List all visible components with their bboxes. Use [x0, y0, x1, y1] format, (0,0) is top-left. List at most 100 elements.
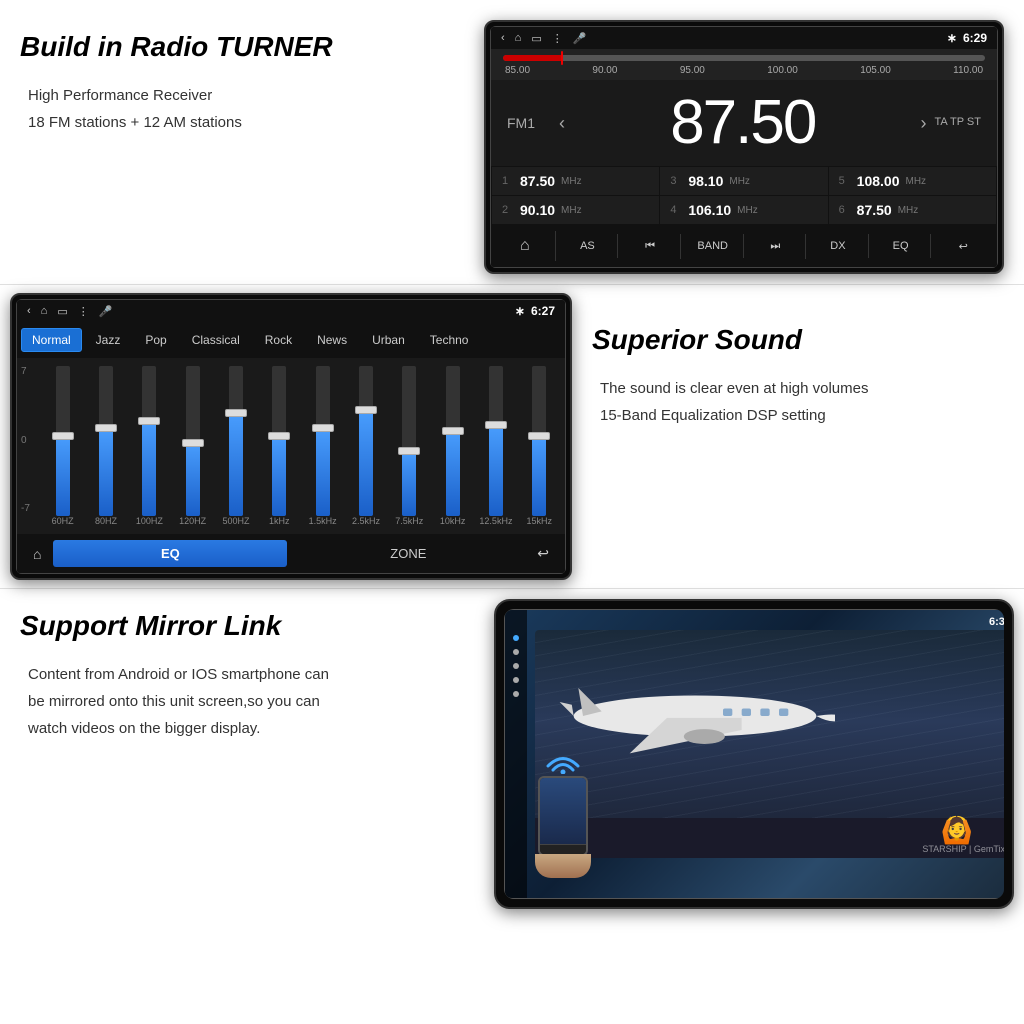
- prev-button[interactable]: ⏮: [620, 234, 681, 259]
- copy-icon[interactable]: ▭: [531, 32, 541, 45]
- preset-5[interactable]: 5 108.00 MHz: [829, 167, 996, 195]
- eq-fader-12[interactable]: [520, 366, 559, 516]
- eq-button[interactable]: EQ: [871, 234, 932, 258]
- home-button[interactable]: ⌂: [495, 231, 556, 261]
- fader-handle-7[interactable]: [312, 424, 334, 432]
- eq-main-button[interactable]: EQ: [53, 540, 287, 567]
- preset-3[interactable]: 3 98.10 MHz: [660, 167, 827, 195]
- tuner-label-110: 110.00: [953, 65, 983, 76]
- eq-menu-icon[interactable]: ⋮: [78, 305, 89, 318]
- freq-up-button[interactable]: ›: [913, 113, 935, 134]
- preset-4[interactable]: 4 106.10 MHz: [660, 196, 827, 224]
- fader-handle-8[interactable]: [355, 406, 377, 414]
- fader-handle-6[interactable]: [268, 432, 290, 440]
- home-icon[interactable]: ⌂: [515, 32, 522, 44]
- eq-mode-rock[interactable]: Rock: [254, 328, 303, 352]
- eq-fader-11[interactable]: [476, 366, 515, 516]
- eq-body: 7 0 -7 60HZ80HZ100HZ120HZ500HZ1kHz1.5kHz…: [17, 358, 565, 534]
- fader-track-3: [142, 366, 156, 516]
- eq-mode-jazz[interactable]: Jazz: [85, 328, 132, 352]
- eq-fader-4[interactable]: [173, 366, 212, 516]
- back-button[interactable]: ↩: [933, 234, 993, 259]
- eq-zone-button[interactable]: ZONE: [291, 540, 525, 567]
- next-button[interactable]: ⏭: [746, 234, 807, 259]
- bluetooth-icon: ∗: [947, 31, 957, 45]
- person-figure: 🙆: [941, 815, 973, 846]
- radio-screen: ‹ ⌂ ▭ ⋮ 🎤 ∗ 6:29: [490, 26, 998, 268]
- fader-fill-10: [446, 429, 460, 516]
- back-icon[interactable]: ‹: [501, 32, 505, 44]
- fader-fill-9: [402, 449, 416, 517]
- fader-handle-2[interactable]: [95, 424, 117, 432]
- wifi-icon: [544, 746, 582, 774]
- fader-handle-10[interactable]: [442, 427, 464, 435]
- fader-fill-3: [142, 419, 156, 517]
- fader-fill-5: [229, 411, 243, 516]
- band-button[interactable]: BAND: [683, 234, 744, 258]
- radio-app: ‹ ⌂ ▭ ⋮ 🎤 ∗ 6:29: [490, 26, 998, 268]
- radio-desc-line2: 18 FM stations + 12 AM stations: [28, 109, 464, 136]
- freq-down-button[interactable]: ‹: [551, 113, 573, 134]
- eq-bottom-bar: ⌂ EQ ZONE ↩: [17, 534, 565, 573]
- phone-screen: [540, 778, 586, 844]
- fader-handle-12[interactable]: [528, 432, 550, 440]
- eq-time: 6:27: [531, 304, 555, 318]
- sound-text: Superior Sound The sound is clear even a…: [592, 293, 1004, 429]
- eq-mic-icon[interactable]: 🎤: [99, 305, 113, 318]
- preset-3-num: 3: [670, 175, 682, 187]
- eq-home-icon[interactable]: ⌂: [41, 305, 48, 317]
- eq-mode-pop[interactable]: Pop: [134, 328, 177, 352]
- fader-handle-3[interactable]: [138, 417, 160, 425]
- eq-freq-60HZ: 60HZ: [43, 516, 82, 526]
- fader-handle-1[interactable]: [52, 432, 74, 440]
- dx-button[interactable]: DX: [808, 234, 869, 258]
- mirror-device-inner: 6:31: [504, 609, 1004, 899]
- eq-fader-10[interactable]: [433, 366, 472, 516]
- preset-1-unit: MHz: [561, 176, 582, 187]
- eq-fader-3[interactable]: [130, 366, 169, 516]
- as-button[interactable]: AS: [558, 234, 619, 258]
- fader-fill-2: [99, 426, 113, 516]
- eq-fader-5[interactable]: [216, 366, 255, 516]
- eq-mode-classical[interactable]: Classical: [181, 328, 251, 352]
- radio-tuner-bar[interactable]: 85.00 90.00 95.00 100.00 105.00 110.00: [491, 49, 997, 80]
- eq-mode-normal[interactable]: Normal: [21, 328, 82, 352]
- eq-mode-news[interactable]: News: [306, 328, 358, 352]
- mirror-sidebar: [505, 610, 527, 898]
- eq-freq-10kHz: 10kHz: [433, 516, 472, 526]
- eq-mode-techno[interactable]: Techno: [419, 328, 480, 352]
- preset-6[interactable]: 6 87.50 MHz: [829, 196, 996, 224]
- fader-handle-11[interactable]: [485, 421, 507, 429]
- eq-fader-8[interactable]: [346, 366, 385, 516]
- eq-copy-icon[interactable]: ▭: [57, 305, 67, 318]
- tuner-track: [503, 55, 985, 61]
- radio-presets: 1 87.50 MHz 3 98.10 MHz 5 108.00 MHz: [491, 166, 997, 225]
- radio-main-display: FM1 ‹ 87.50 › TA TP ST: [491, 80, 997, 166]
- mirror-desc: Content from Android or IOS smartphone c…: [20, 661, 474, 742]
- eq-back-icon[interactable]: ‹: [27, 305, 31, 317]
- tuner-labels: 85.00 90.00 95.00 100.00 105.00 110.00: [503, 65, 985, 76]
- mirror-screen: 6:31: [505, 610, 1004, 898]
- eq-fader-1[interactable]: [43, 366, 82, 516]
- preset-2[interactable]: 2 90.10 MHz: [492, 196, 659, 224]
- eq-app: ‹ ⌂ ▭ ⋮ 🎤 ∗ 6:27 Normal: [16, 299, 566, 574]
- eq-fader-9[interactable]: [390, 366, 429, 516]
- eq-fader-7[interactable]: [303, 366, 342, 516]
- fader-handle-5[interactable]: [225, 409, 247, 417]
- mic-icon[interactable]: 🎤: [573, 32, 587, 45]
- eq-bottom-back[interactable]: ↩: [529, 541, 557, 566]
- eq-mode-urban[interactable]: Urban: [361, 328, 416, 352]
- preset-1[interactable]: 1 87.50 MHz: [492, 167, 659, 195]
- radio-section: Build in Radio TURNER High Performance R…: [0, 0, 1024, 284]
- fader-handle-4[interactable]: [182, 439, 204, 447]
- fader-handle-9[interactable]: [398, 447, 420, 455]
- menu-icon[interactable]: ⋮: [552, 32, 563, 45]
- eq-fader-2[interactable]: [86, 366, 125, 516]
- sky-bg: 🙆 STARSHIP | GemTix: [535, 630, 1004, 858]
- eq-bottom-home[interactable]: ⌂: [25, 542, 49, 566]
- mirror-desc-line3: watch videos on the bigger display.: [28, 715, 474, 742]
- radio-status-right: ∗ 6:29: [947, 31, 987, 45]
- eq-fader-6[interactable]: [260, 366, 299, 516]
- eq-freq-15kHz: 15kHz: [520, 516, 559, 526]
- preset-1-num: 1: [502, 175, 514, 187]
